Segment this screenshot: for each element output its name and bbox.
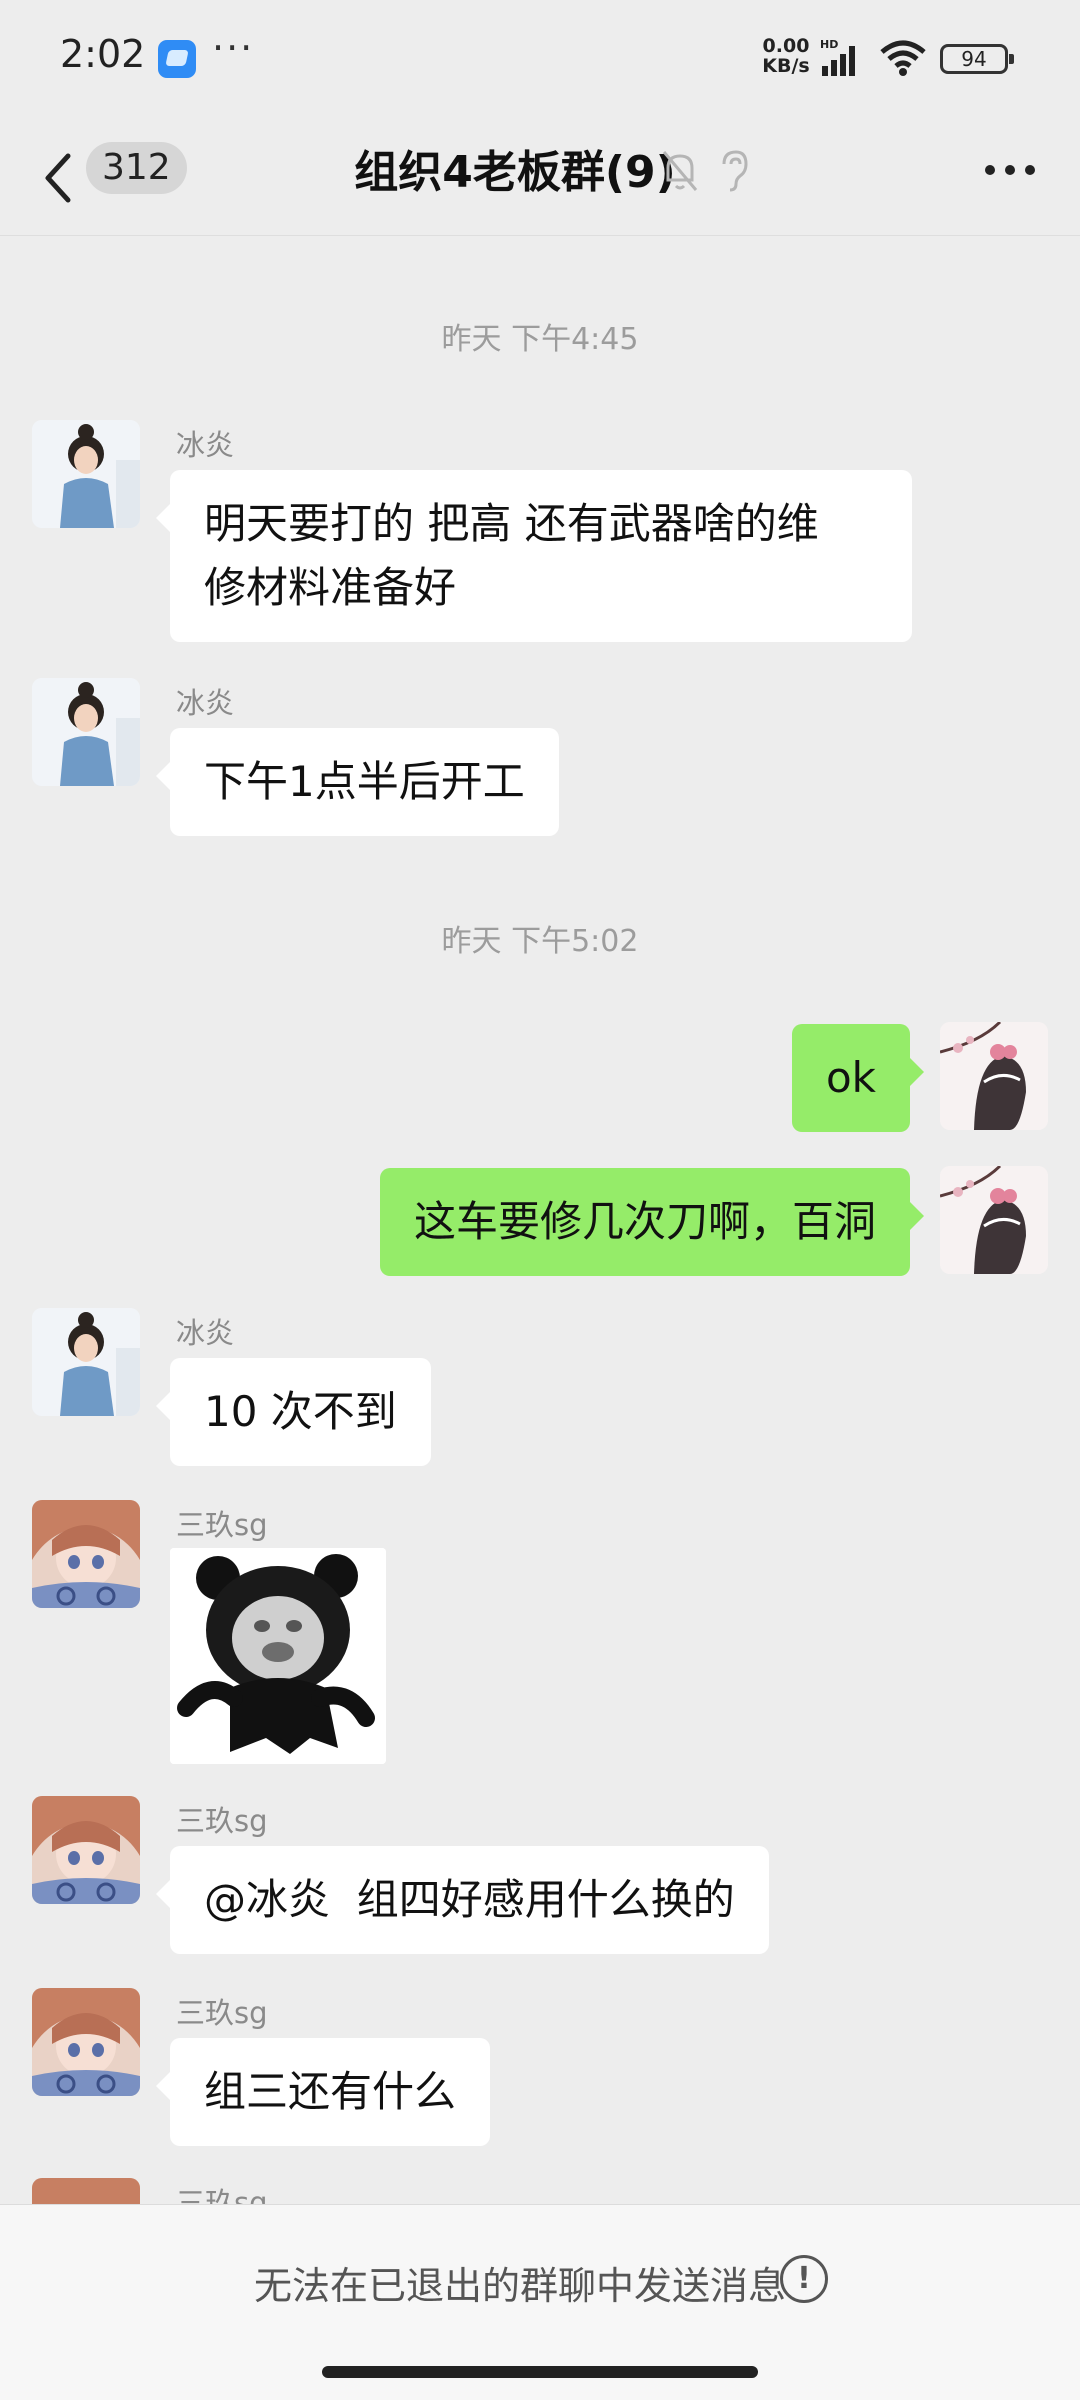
self-avatar-icon	[940, 1022, 1048, 1130]
ear-icon	[722, 150, 748, 192]
girl-avatar-icon	[32, 420, 140, 528]
app-icon	[158, 40, 196, 78]
net-speed-unit: KB/s	[762, 55, 810, 77]
message-bubble[interactable]: 10 次不到	[156, 1358, 431, 1466]
battery-icon: 94	[940, 44, 1014, 74]
avatar-binyan[interactable]	[32, 420, 140, 528]
anime-avatar-icon	[32, 2178, 140, 2204]
sticker-image[interactable]	[170, 1548, 386, 1764]
status-bar: 2:02 ··· 0.00 KB/s HD 94	[0, 0, 1080, 120]
info-icon[interactable]: !	[780, 2255, 828, 2303]
sender-name: 冰炎	[176, 1316, 235, 1350]
signal-hd-label: HD	[820, 38, 838, 51]
message-text: @冰炎 组四好感用什么换的	[204, 1875, 735, 1924]
message-text: 下午1点半后开工	[204, 757, 525, 806]
message-bubble-self[interactable]: 这车要修几次刀啊，百洞	[379, 1168, 925, 1276]
sender-name: 三玖sg	[176, 2186, 268, 2204]
anime-avatar-icon	[32, 1796, 140, 1904]
status-more-dots: ···	[212, 26, 255, 70]
message-list[interactable]: 昨天 下午4:45 冰炎 明天要打的 把高 还有武器啥的维 修材料准备好 冰炎 …	[0, 236, 1080, 2204]
message-bubble[interactable]: @冰炎 组四好感用什么换的	[156, 1846, 769, 1954]
timestamp-separator: 昨天 下午4:45	[441, 322, 639, 357]
net-speed-value: 0.00	[762, 35, 810, 57]
sender-name: 三玖sg	[176, 1804, 268, 1838]
chat-header: 312 组织4老板群(9)	[0, 120, 1080, 236]
message-text: 这车要修几次刀啊，百洞	[413, 1197, 876, 1246]
home-indicator[interactable]	[322, 2366, 758, 2378]
avatar-sanjiu[interactable]	[32, 1796, 140, 1904]
girl-avatar-icon	[32, 1308, 140, 1416]
message-bubble-self[interactable]: ok	[791, 1024, 925, 1132]
avatar-self[interactable]	[940, 1166, 1048, 1274]
girl-avatar-icon	[32, 678, 140, 786]
avatar-binyan[interactable]	[32, 1308, 140, 1416]
timestamp-separator: 昨天 下午5:02	[441, 924, 639, 959]
net-speed: 0.00 KB/s	[756, 36, 816, 76]
message-bubble[interactable]: 组三还有什么	[155, 2038, 491, 2146]
message-text: 组三还有什么	[204, 2067, 457, 2116]
message-text-line: 修材料准备好	[204, 563, 457, 612]
input-disabled-bar: 无法在已退出的群聊中发送消息 !	[0, 2204, 1080, 2358]
anime-avatar-icon	[32, 1500, 140, 1608]
nav-bar-area	[0, 2358, 1080, 2400]
avatar-sanjiu[interactable]	[32, 1988, 140, 2096]
sender-name: 冰炎	[176, 686, 235, 720]
message-text: ok	[825, 1053, 876, 1102]
anime-avatar-icon	[32, 1988, 140, 2096]
sender-name: 冰炎	[176, 428, 235, 462]
self-avatar-icon	[940, 1166, 1048, 1274]
avatar-self[interactable]	[940, 1022, 1048, 1130]
avatar-sanjiu[interactable]	[32, 1500, 140, 1608]
chat-title: 组织4老板群(9)	[354, 147, 676, 198]
panda-meme-sticker-icon	[170, 1548, 386, 1764]
wifi-icon	[880, 40, 926, 76]
avatar-binyan[interactable]	[32, 678, 140, 786]
message-text-line: 明天要打的 把高 还有武器啥的维	[204, 499, 819, 548]
sender-name: 三玖sg	[176, 1508, 268, 1542]
message-bubble[interactable]: 下午1点半后开工	[156, 728, 559, 836]
message-bubble[interactable]: 明天要打的 把高 还有武器啥的维 修材料准备好	[156, 470, 912, 642]
more-icon[interactable]	[980, 146, 1040, 194]
exited-group-notice: 无法在已退出的群聊中发送消息	[253, 2264, 786, 2308]
avatar-sanjiu[interactable]	[32, 2178, 140, 2204]
status-time: 2:02	[60, 32, 146, 76]
mute-bell-icon	[662, 151, 698, 191]
message-text: 10 次不到	[204, 1387, 397, 1436]
sender-name: 三玖sg	[176, 1996, 268, 2030]
signal-icon: HD	[820, 38, 855, 76]
